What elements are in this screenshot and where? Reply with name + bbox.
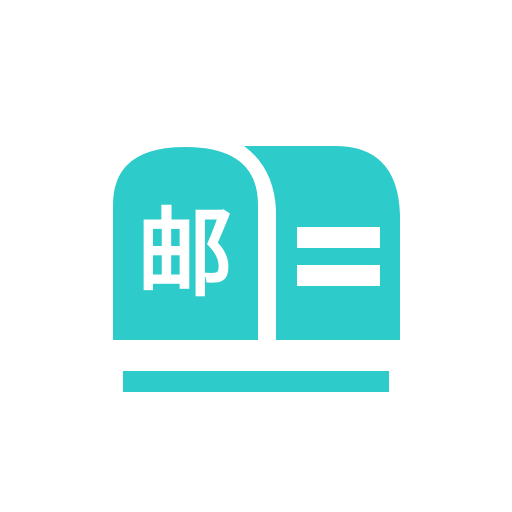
mailbox-slot-bar-bottom <box>297 265 380 286</box>
mailbox-app-icon: 邮 <box>0 0 512 512</box>
mail-character: 邮 <box>137 198 233 310</box>
mailbox-slot-bar-top <box>297 227 380 248</box>
mailbox-base <box>123 371 389 392</box>
mailbox-icon <box>113 146 400 392</box>
